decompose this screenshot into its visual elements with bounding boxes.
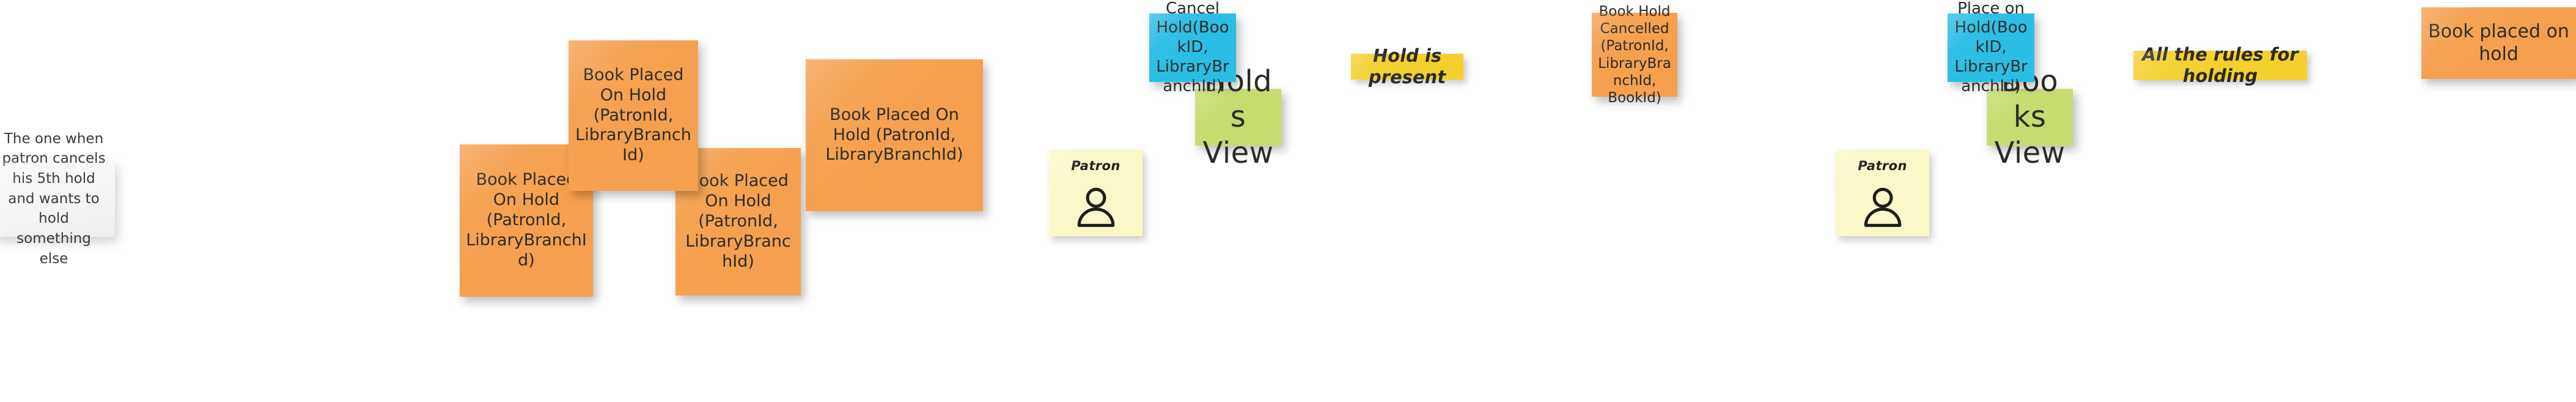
actor-card-patron-place[interactable]: Patron <box>1836 150 1929 236</box>
event-note-book-placed-on-hold-4[interactable]: Book Placed On Hold (PatronId, LibraryBr… <box>806 59 983 211</box>
policy-note-all-rules-for-holding[interactable]: All the rules for holding <box>2133 44 2307 86</box>
policy-note-hold-is-present[interactable]: Hold is present <box>1351 45 1463 87</box>
event-note-book-placed-on-hold-final[interactable]: Book placed on hold <box>2421 7 2576 79</box>
person-icon <box>1077 187 1114 227</box>
view-note-books-view[interactable]: Books View <box>1987 64 2073 170</box>
scenario-card[interactable]: The one when patron cancels his 5th hold… <box>0 131 115 267</box>
policy-note-text: All the rules for holding <box>2142 43 2298 86</box>
command-note-text: Cancel Hold(BookID, LibraryBranchId) <box>1156 0 1229 95</box>
policy-note-text: Hold is present <box>1368 45 1446 87</box>
actor-label: Patron <box>1071 158 1121 173</box>
event-note-book-placed-on-hold-2[interactable]: Book Placed On Hold (PatronId, LibraryBr… <box>569 40 698 191</box>
person-icon <box>1864 187 1901 227</box>
event-note-text: Book Hold Cancelled(PatronId,LibraryBran… <box>1598 4 1671 106</box>
command-note-place-on-hold[interactable]: Place on Hold(BookID, LibraryBranchId) <box>1948 0 2034 95</box>
actor-card-patron-cancel[interactable]: Patron <box>1049 150 1143 236</box>
event-note-text: Book Placed On Hold (PatronId, LibraryBr… <box>825 105 963 165</box>
actor-label: Patron <box>1858 158 1907 173</box>
event-note-text: Book Placed On Hold (PatronId, LibraryBr… <box>685 171 791 271</box>
command-note-text: Place on Hold(BookID, LibraryBranchId) <box>1954 0 2028 95</box>
event-storming-board: The one when patron cancels his 5th hold… <box>0 0 2576 402</box>
event-note-text: Book placed on hold <box>2428 20 2569 65</box>
scenario-card-text: The one when patron cancels his 5th hold… <box>2 130 106 267</box>
command-note-cancel-hold[interactable]: Cancel Hold(BookID, LibraryBranchId) <box>1149 0 1236 95</box>
event-note-book-hold-cancelled[interactable]: Book Hold Cancelled(PatronId,LibraryBran… <box>1592 4 1677 106</box>
event-note-text: Book Placed On Hold (PatronId, LibraryBr… <box>575 65 691 165</box>
view-note-holds-view[interactable]: Holds View <box>1195 64 1281 170</box>
